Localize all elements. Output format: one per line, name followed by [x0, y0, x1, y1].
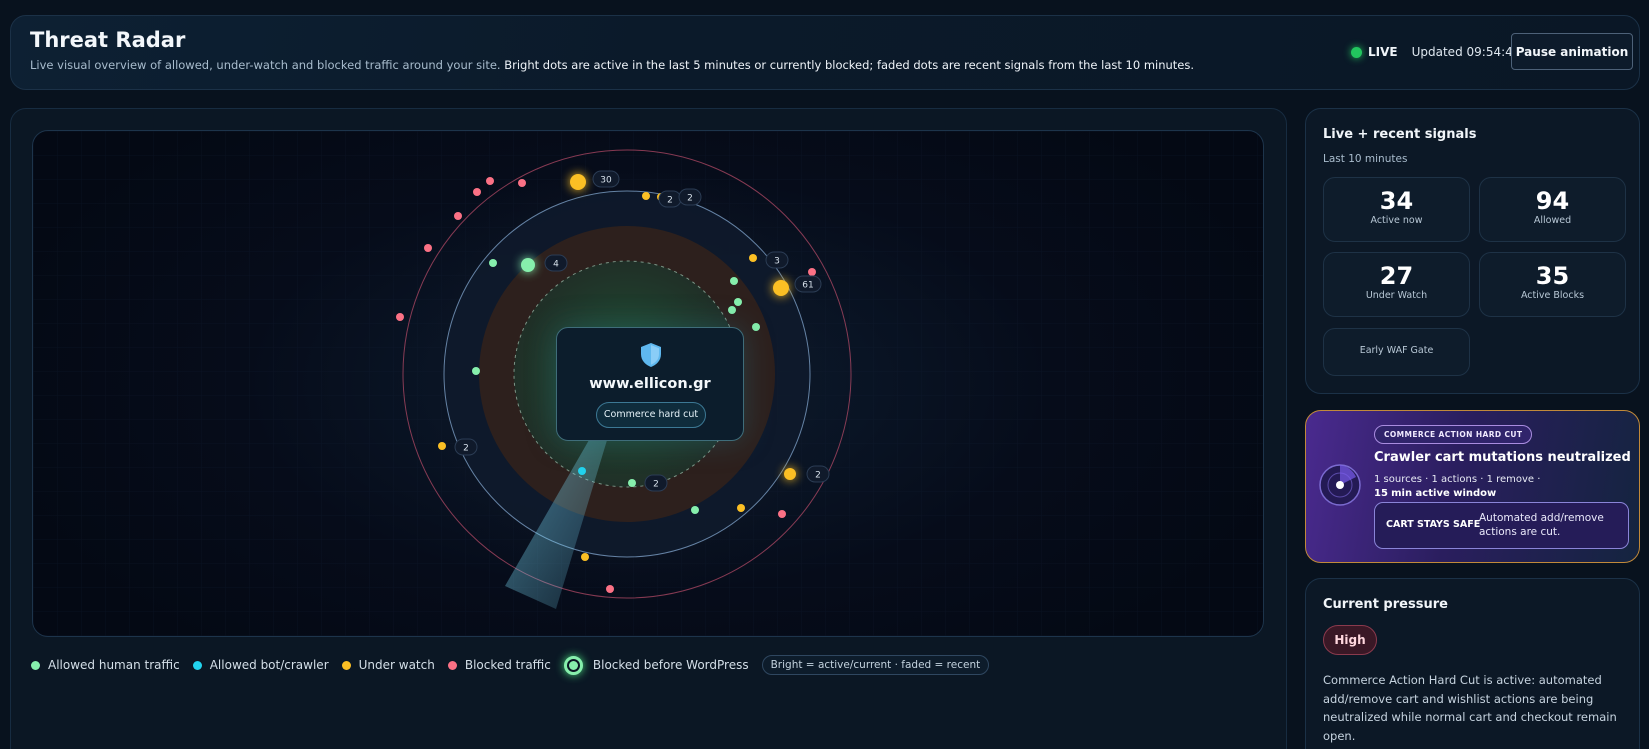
pressure-card: Current pressure High Commerce Action Ha… — [1305, 578, 1640, 749]
traffic-dot-human — [728, 306, 736, 314]
legend-blocked-before-wp: Blocked before WordPress — [563, 655, 749, 675]
traffic-dot-human — [730, 277, 738, 285]
cluster-badge-count: 2 — [815, 471, 821, 481]
traffic-dot-blocked — [424, 244, 432, 252]
subtitle-plain: Live visual overview of allowed, under-w… — [30, 58, 501, 72]
traffic-dot-watch — [773, 280, 789, 296]
cluster-badge-count: 30 — [600, 176, 612, 186]
cluster-badge-count: 2 — [667, 196, 673, 206]
traffic-dot-watch — [438, 442, 446, 450]
cart-safe-box: CART STAYS SAFE Automated add/remove act… — [1374, 502, 1629, 549]
traffic-dot-blocked — [454, 212, 462, 220]
hard-cut-title: Crawler cart mutations neutralized — [1374, 450, 1631, 465]
traffic-dot-human — [472, 367, 480, 375]
cluster-badge-count: 2 — [463, 444, 469, 454]
traffic-dot-blocked — [486, 177, 494, 185]
live-indicator: LIVE Updated 09:54:44 — [1351, 42, 1520, 62]
subtitle-bold: Bright dots are active in the last 5 min… — [504, 58, 1195, 72]
traffic-dot-watch — [749, 254, 757, 262]
traffic-dot-watch — [581, 553, 589, 561]
pause-animation-button[interactable]: Pause animation — [1511, 33, 1633, 70]
traffic-dot-human — [489, 259, 497, 267]
traffic-dot-human — [752, 323, 760, 331]
legend-blocked-dot-icon — [447, 660, 457, 670]
traffic-dot-human — [521, 258, 535, 272]
traffic-dot-blocked — [606, 585, 614, 593]
traffic-dot-watch — [570, 174, 586, 190]
stat-under-watch: 27 Under Watch — [1323, 252, 1470, 317]
radar-canvas: 30 2 2 4 3 61 2 2 2 www.ellicon.gr Commerce hard… — [32, 130, 1264, 637]
legend-hint: Bright = active/current · faded = recent — [761, 655, 990, 675]
traffic-dot-blocked — [808, 268, 816, 276]
stat-active-blocks: 35 Active Blocks — [1479, 252, 1626, 317]
live-dot-icon — [1351, 46, 1362, 58]
hard-cut-card: Commerce action hard cut Crawler cart mu… — [1305, 410, 1640, 563]
traffic-dot-human — [628, 479, 636, 487]
traffic-dot-blocked — [473, 188, 481, 196]
pressure-text: Commerce Action Hard Cut is active: auto… — [1323, 673, 1617, 743]
page-header: Threat Radar Live visual overview of all… — [10, 15, 1640, 90]
stat-waf-gate: Early WAF Gate — [1323, 328, 1470, 376]
signals-title: Live + recent signals — [1323, 127, 1477, 142]
cart-safe-key: CART STAYS SAFE — [1386, 519, 1481, 530]
radar-panel: 30 2 2 4 3 61 2 2 2 www.ellicon.gr Commerce hard… — [10, 108, 1287, 749]
shield-icon — [641, 343, 661, 367]
traffic-dot-watch — [642, 192, 650, 200]
traffic-dot-bot — [578, 467, 586, 475]
mode-badge: Commerce hard cut — [596, 402, 706, 428]
live-label: LIVE — [1368, 45, 1398, 59]
radar-legend: Allowed human traffic Allowed bot/crawle… — [31, 654, 990, 676]
cluster-badge-count: 61 — [802, 281, 813, 291]
hard-cut-meta: 1 sources · 1 actions · 1 remove · 15 mi… — [1374, 474, 1541, 499]
traffic-dot-human — [734, 298, 742, 306]
traffic-dot-watch — [784, 468, 796, 480]
legend-human: Allowed human traffic — [31, 658, 180, 672]
radar-icon — [1319, 464, 1361, 506]
traffic-dot-blocked — [778, 510, 786, 518]
legend-bot-dot-icon — [192, 660, 202, 670]
traffic-dot-blocked — [396, 313, 404, 321]
cart-safe-value: Automated add/remove actions are cut. — [1479, 512, 1604, 538]
cluster-badge-count: 2 — [653, 480, 659, 490]
traffic-dot-blocked — [518, 179, 526, 187]
hard-cut-pill: Commerce action hard cut — [1374, 425, 1533, 444]
legend-watch-dot-icon — [341, 660, 351, 670]
cluster-badge-count: 2 — [687, 194, 693, 204]
legend-human-dot-icon — [31, 660, 40, 670]
legend-blocked: Blocked traffic — [447, 658, 551, 672]
updated-time: Updated 09:54:44 — [1411, 45, 1521, 59]
page-title: Threat Radar — [30, 28, 186, 52]
traffic-dot-human — [691, 506, 699, 514]
traffic-dot-watch — [737, 504, 745, 512]
pressure-level-badge: High — [1323, 625, 1377, 655]
stat-allowed: 94 Allowed — [1479, 177, 1626, 242]
page-subtitle: Live visual overview of allowed, under-w… — [30, 58, 1194, 72]
legend-watch: Under watch — [341, 658, 435, 672]
stat-active-now: 34 Active now — [1323, 177, 1470, 242]
signals-card: Live + recent signals Last 10 minutes 34… — [1305, 108, 1640, 394]
cluster-badge-count: 3 — [774, 257, 780, 267]
site-center-card: www.ellicon.gr Commerce hard cut — [556, 327, 744, 441]
cluster-badge-count: 4 — [553, 260, 559, 270]
pressure-title: Current pressure — [1323, 597, 1448, 612]
legend-bot: Allowed bot/crawler — [192, 658, 329, 672]
site-name: www.ellicon.gr — [589, 376, 711, 392]
signals-subtitle: Last 10 minutes — [1323, 153, 1408, 165]
legend-ring-icon — [563, 655, 583, 675]
